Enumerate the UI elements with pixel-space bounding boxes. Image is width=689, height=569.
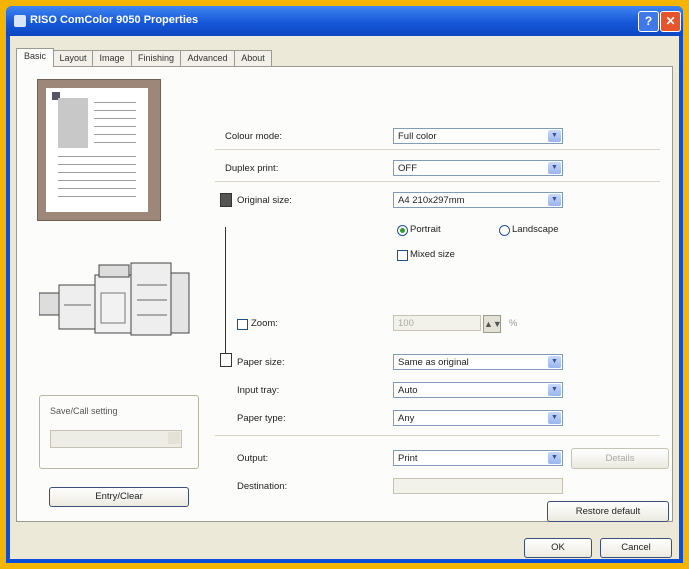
- chevron-down-icon: [168, 432, 180, 444]
- divider: [215, 181, 660, 182]
- close-button[interactable]: ✕: [660, 11, 681, 32]
- paper-size-select[interactable]: Same as original ▼: [393, 354, 563, 370]
- save-call-setting-group: Save/Call setting: [39, 395, 199, 469]
- zoom-checkbox[interactable]: [237, 319, 248, 330]
- original-size-select[interactable]: A4 210x297mm ▼: [393, 192, 563, 208]
- mixed-size-label: Mixed size: [410, 249, 455, 260]
- paper-icon: [220, 353, 232, 367]
- properties-window: RISO ComColor 9050 Properties ? ✕ Basic …: [6, 6, 683, 563]
- paper-size-label: Paper size:: [237, 357, 285, 368]
- page-preview: [46, 88, 148, 212]
- chevron-down-icon: ▼: [548, 356, 561, 368]
- zoom-input[interactable]: 100: [393, 315, 481, 331]
- tab-about[interactable]: About: [234, 50, 272, 66]
- input-tray-label: Input tray:: [237, 385, 280, 396]
- dialog-client: Basic Layout Image Finishing Advanced Ab…: [10, 36, 679, 559]
- chevron-down-icon: ▼: [548, 194, 561, 206]
- image-placeholder: [58, 98, 88, 148]
- chevron-down-icon: ▼: [548, 384, 561, 396]
- original-size-label: Original size:: [237, 195, 292, 206]
- restore-default-button[interactable]: Restore default: [547, 501, 669, 522]
- zoom-spin-icon[interactable]: ▲▼: [483, 315, 502, 333]
- input-tray-select[interactable]: Auto ▼: [393, 382, 563, 398]
- printer-illustration-icon: [39, 262, 190, 336]
- help-button[interactable]: ?: [638, 11, 659, 32]
- entry-clear-button[interactable]: Entry/Clear: [49, 487, 189, 507]
- landscape-label: Landscape: [512, 224, 559, 235]
- colour-mode-select[interactable]: Full color ▼: [393, 128, 563, 144]
- duplex-print-label: Duplex print:: [225, 163, 279, 174]
- chevron-down-icon: ▼: [548, 412, 561, 424]
- window-title: RISO ComColor 9050 Properties: [30, 14, 199, 26]
- tab-finishing[interactable]: Finishing: [131, 50, 181, 66]
- zoom-unit: %: [509, 318, 518, 329]
- size-link-line: [225, 227, 226, 355]
- landscape-radio[interactable]: [499, 225, 510, 236]
- portrait-radio[interactable]: [397, 225, 408, 236]
- original-document-icon: [220, 193, 232, 207]
- tab-image[interactable]: Image: [92, 50, 132, 66]
- layout-preview: [37, 79, 161, 221]
- save-call-setting-title: Save/Call setting: [50, 406, 118, 416]
- zoom-label: Zoom:: [251, 318, 278, 329]
- duplex-print-select[interactable]: OFF ▼: [393, 160, 563, 176]
- title-bar[interactable]: RISO ComColor 9050 Properties ? ✕: [6, 6, 683, 36]
- save-call-setting-select: [50, 430, 182, 448]
- paper-type-label: Paper type:: [237, 413, 286, 424]
- printer-app-icon: [14, 15, 26, 27]
- divider: [215, 149, 660, 150]
- destination-label: Destination:: [237, 481, 288, 492]
- divider: [215, 435, 660, 436]
- mixed-size-checkbox[interactable]: [397, 250, 408, 261]
- details-button[interactable]: Details: [571, 448, 669, 469]
- destination-input[interactable]: [393, 478, 563, 494]
- paper-type-select[interactable]: Any ▼: [393, 410, 563, 426]
- chevron-down-icon: ▼: [548, 130, 561, 142]
- chevron-down-icon: ▼: [548, 162, 561, 174]
- chevron-down-icon: ▼: [548, 452, 561, 464]
- ok-button[interactable]: OK: [524, 538, 592, 558]
- tab-advanced[interactable]: Advanced: [180, 50, 235, 66]
- cancel-button[interactable]: Cancel: [600, 538, 672, 558]
- tab-layout[interactable]: Layout: [53, 50, 93, 66]
- output-select[interactable]: Print ▼: [393, 450, 563, 466]
- basic-tab-panel: Save/Call setting Entry/Clear Colour mod…: [16, 66, 673, 522]
- output-label: Output:: [237, 453, 269, 464]
- portrait-label: Portrait: [410, 224, 441, 235]
- tab-basic[interactable]: Basic: [16, 48, 54, 67]
- colour-mode-label: Colour mode:: [225, 131, 283, 142]
